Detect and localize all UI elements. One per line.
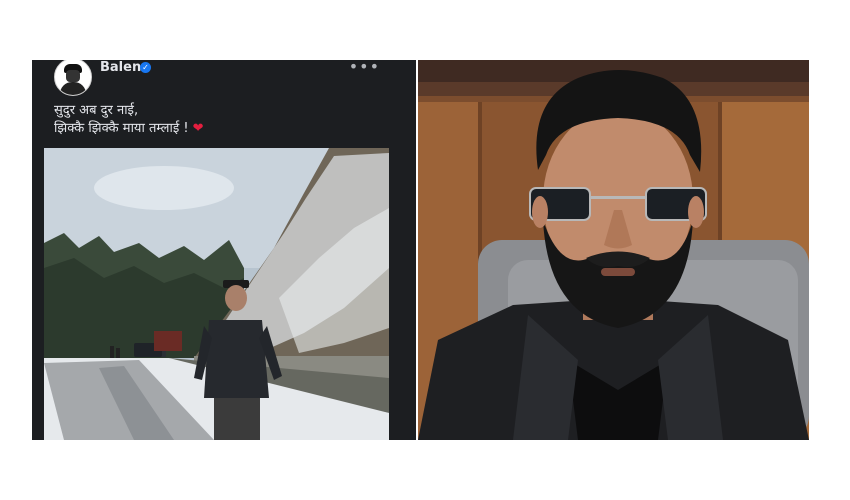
more-options-icon[interactable]: •••	[349, 60, 380, 76]
man-in-sunglasses-portrait[interactable]	[418, 60, 809, 440]
heart-icon: ❤	[192, 121, 204, 136]
verified-badge-icon: ✓	[140, 62, 151, 73]
post-header: Balen ✓ •••	[32, 60, 416, 96]
post-caption: सुदुर अब दुर नाई, झिक्कै झिक्कै माया तम्…	[54, 102, 204, 138]
caption-line-2: झिक्कै झिक्कै माया तम्लाई ! ❤	[54, 121, 204, 136]
caption-line-1: सुदुर अब दुर नाई,	[54, 103, 139, 118]
snowy-road-photo[interactable]	[44, 148, 389, 440]
avatar[interactable]	[54, 60, 92, 96]
social-post: Balen ✓ ••• सुदुर अब दुर नाई, झिक्कै झिक…	[32, 60, 416, 440]
author-name[interactable]: Balen	[100, 60, 141, 76]
